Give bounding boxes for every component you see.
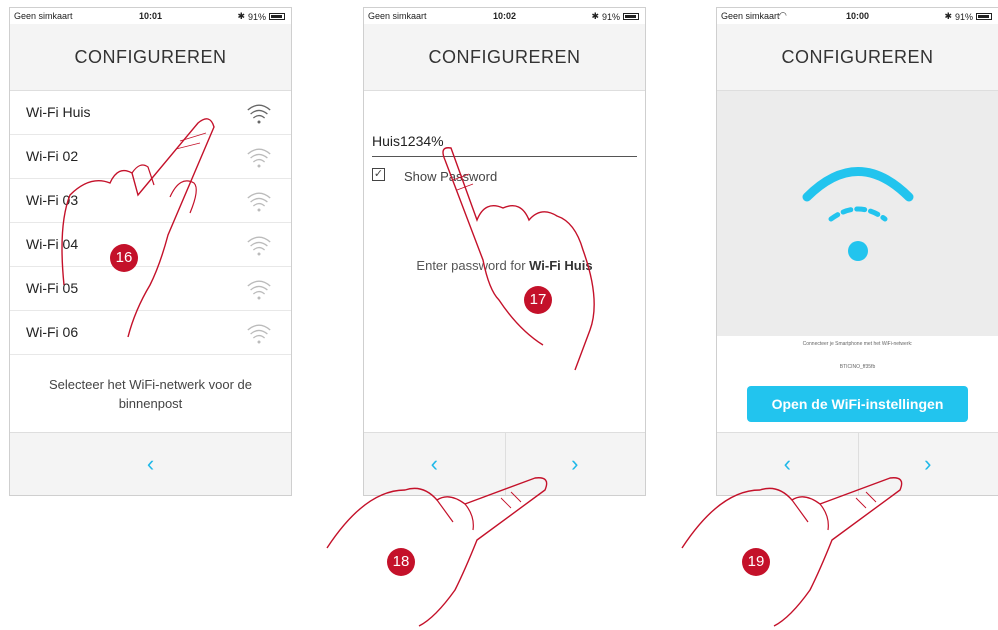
- phone-screen-password: Geen simkaart 10:02 ✱ 91% CONFIGUREREN H…: [363, 7, 646, 496]
- wifi-illustration-area: [717, 91, 998, 336]
- status-right: ✱ 91%: [237, 11, 285, 22]
- chevron-right-icon: ›: [571, 451, 579, 476]
- step-badge-17: 17: [524, 286, 552, 314]
- wifi-network-list: Wi-Fi Huis Wi-Fi 02 Wi-Fi 03 Wi-Fi 04 Wi-Fi …: [10, 91, 291, 355]
- bluetooth-icon: ✱: [944, 11, 952, 21]
- wifi-network-label: Wi-Fi 02: [26, 148, 79, 164]
- bottom-nav: ‹ ›: [364, 432, 645, 495]
- chevron-right-icon: ›: [924, 451, 932, 476]
- connect-instruction: Connecteer je Smartphone met het WiFi-ne…: [802, 341, 913, 347]
- status-bar: Geen simkaart 10:01 ✱ 91%: [10, 8, 291, 24]
- phone-screen-network-list: Geen simkaart 10:01 ✱ 91% CONFIGUREREN W…: [9, 7, 292, 496]
- battery-percent: 91%: [601, 11, 620, 22]
- battery-icon: [269, 13, 285, 20]
- chevron-left-icon: ‹: [783, 451, 791, 476]
- status-bar: Geen simkaart ◠ 10:00 ✱ 91%: [717, 8, 998, 24]
- phone-screen-connect: Geen simkaart ◠ 10:00 ✱ 91% CONFIGUREREN…: [716, 7, 998, 496]
- step-badge-19: 19: [742, 548, 770, 576]
- battery-icon: [976, 13, 992, 20]
- open-wifi-settings-button[interactable]: Open de WiFi-instellingen: [747, 386, 968, 422]
- bluetooth-icon: ✱: [591, 11, 599, 21]
- network-name: BTICINO_ff35fb: [839, 364, 876, 370]
- battery-percent: 91%: [247, 11, 266, 22]
- wifi-signal-icon: [247, 236, 271, 256]
- wifi-network-label: Wi-Fi 06: [26, 324, 79, 340]
- page-title: CONFIGUREREN: [10, 24, 291, 91]
- wifi-network-label: Wi-Fi 05: [26, 280, 79, 296]
- bluetooth-icon: ✱: [237, 11, 245, 21]
- back-button[interactable]: ‹: [10, 433, 291, 495]
- password-value: Huis1234%: [372, 133, 444, 149]
- wifi-network-item[interactable]: Wi-Fi 03: [10, 179, 291, 223]
- battery-percent: 91%: [954, 11, 973, 22]
- show-password-label: Show Password: [404, 169, 498, 184]
- wifi-network-label: Wi-Fi 03: [26, 192, 79, 208]
- bottom-nav: ‹ ›: [717, 432, 998, 495]
- enter-password-prefix: Enter password for: [416, 258, 530, 273]
- password-input[interactable]: Huis1234%: [372, 126, 637, 157]
- status-bar: Geen simkaart 10:02 ✱ 91%: [364, 8, 645, 24]
- back-button[interactable]: ‹: [364, 433, 505, 495]
- show-password-checkbox[interactable]: ✓: [372, 168, 385, 181]
- chevron-left-icon: ‹: [146, 451, 155, 476]
- status-right: ✱ 91%: [944, 11, 992, 22]
- wifi-signal-icon: [247, 324, 271, 344]
- chevron-left-icon: ‹: [430, 451, 438, 476]
- wifi-signal-icon: [247, 104, 271, 124]
- enter-password-network: Wi-Fi Huis: [529, 258, 593, 273]
- wifi-network-item[interactable]: Wi-Fi 02: [10, 135, 291, 179]
- wifi-network-label: Wi-Fi Huis: [26, 104, 91, 120]
- page-title: CONFIGUREREN: [364, 24, 645, 91]
- wifi-network-item[interactable]: Wi-Fi 04: [10, 223, 291, 267]
- big-wifi-icon: [802, 167, 914, 261]
- wifi-network-item[interactable]: Wi-Fi 06: [10, 311, 291, 355]
- battery-icon: [623, 13, 639, 20]
- wifi-network-item[interactable]: Wi-Fi Huis: [10, 91, 291, 135]
- enter-password-hint: Enter password for Wi-Fi Huis: [364, 258, 645, 273]
- page-title: CONFIGUREREN: [717, 24, 998, 91]
- bottom-nav: ‹: [10, 432, 291, 495]
- wifi-signal-icon: [247, 148, 271, 168]
- next-button[interactable]: ›: [858, 433, 998, 495]
- wifi-network-item[interactable]: Wi-Fi 05: [10, 267, 291, 311]
- wifi-network-label: Wi-Fi 04: [26, 236, 79, 252]
- wifi-signal-icon: [247, 192, 271, 212]
- status-right: ✱ 91%: [591, 11, 639, 22]
- back-button[interactable]: ‹: [717, 433, 858, 495]
- wifi-signal-icon: [247, 280, 271, 300]
- next-button[interactable]: ›: [505, 433, 646, 495]
- step-badge-16: 16: [110, 244, 138, 272]
- step-badge-18: 18: [387, 548, 415, 576]
- select-network-message: Selecteer het WiFi-netwerk voor de binne…: [48, 377, 253, 411]
